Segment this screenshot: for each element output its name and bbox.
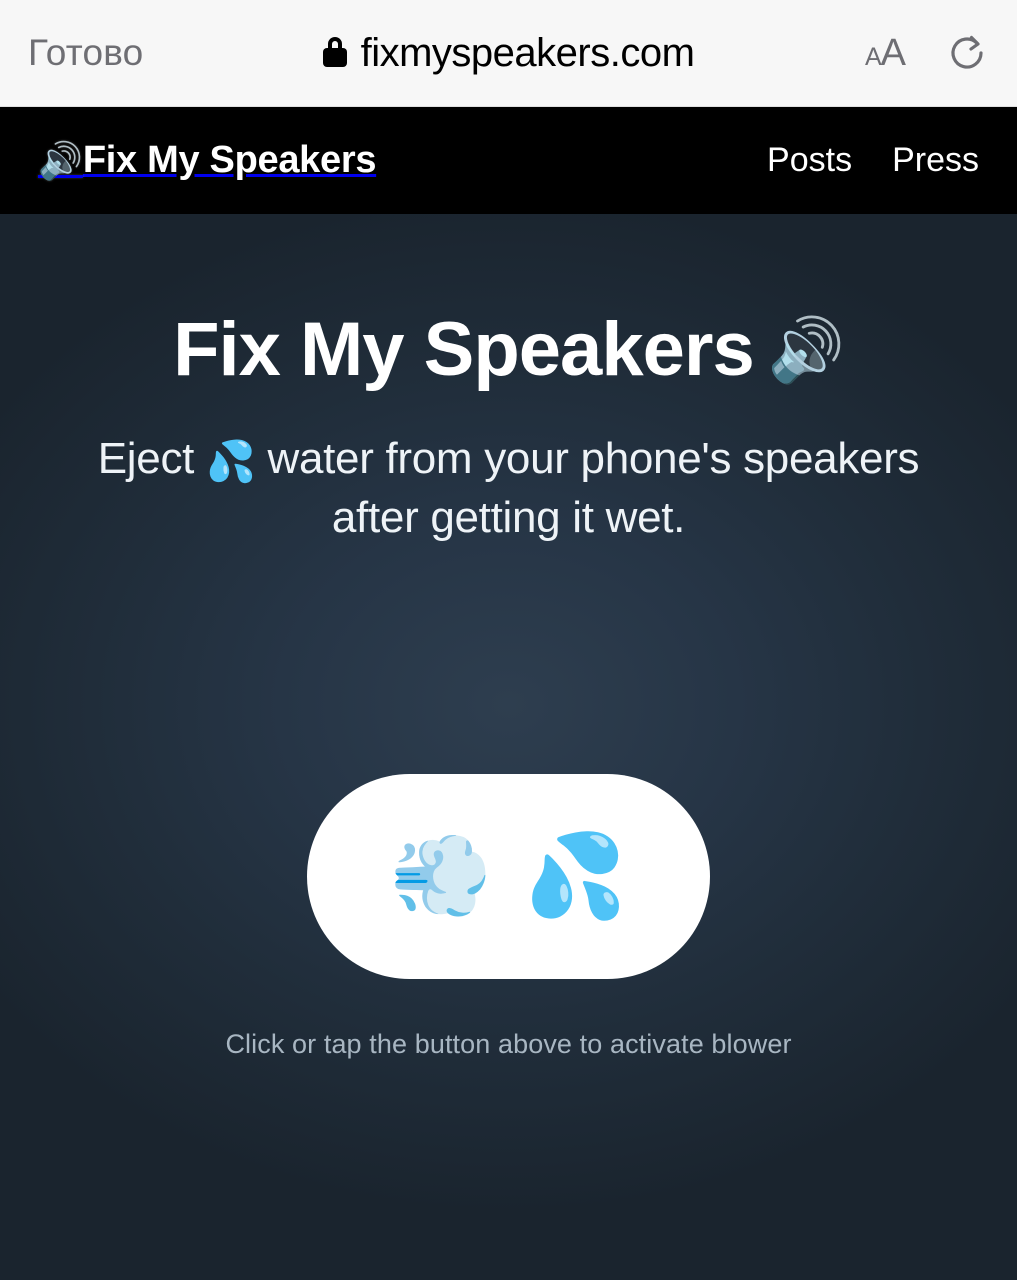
- nav-link-press[interactable]: Press: [892, 141, 979, 180]
- brand-logo-link[interactable]: 🔊 Fix My Speakers: [38, 139, 376, 182]
- droplets-icon: 💦: [206, 439, 256, 484]
- nav-link-posts[interactable]: Posts: [767, 141, 852, 180]
- droplets-icon: 💦: [524, 830, 627, 922]
- page-subtitle: Eject 💦 water from your phone's speakers…: [64, 430, 954, 549]
- lock-icon: [322, 37, 347, 67]
- speaker-icon: 🔊: [767, 316, 845, 385]
- text-size-icon[interactable]: AA: [864, 32, 906, 74]
- done-button[interactable]: Готово: [28, 32, 143, 74]
- page-content: Fix My Speakers 🔊 Eject 💦 water from your…: [0, 214, 1017, 1280]
- wind-icon: 💨: [390, 830, 493, 922]
- chrome-right-controls: AA: [865, 31, 989, 75]
- subtitle-text-after: water from your phone's speakers after g…: [267, 433, 920, 543]
- text-size-large-a: A: [880, 32, 906, 74]
- brand-label: Fix My Speakers: [82, 139, 377, 181]
- activate-blower-button[interactable]: 💨 💦: [307, 774, 710, 979]
- speaker-icon: 🔊: [38, 139, 83, 181]
- site-navbar: 🔊 Fix My Speakers Posts Press: [0, 107, 1017, 214]
- page-title-text: Fix My Speakers: [173, 307, 755, 392]
- reload-icon[interactable]: [945, 31, 989, 75]
- subtitle-text-before: Eject: [97, 433, 195, 483]
- text-size-small-a: A: [864, 43, 882, 71]
- blower-hint-text: Click or tap the button above to activat…: [225, 1029, 792, 1059]
- page-title: Fix My Speakers 🔊: [173, 307, 845, 392]
- browser-chrome-bar: Готово fixmyspeakers.com AA: [0, 0, 1017, 107]
- nav-links: Posts Press: [767, 141, 979, 180]
- url-text: fixmyspeakers.com: [360, 30, 695, 75]
